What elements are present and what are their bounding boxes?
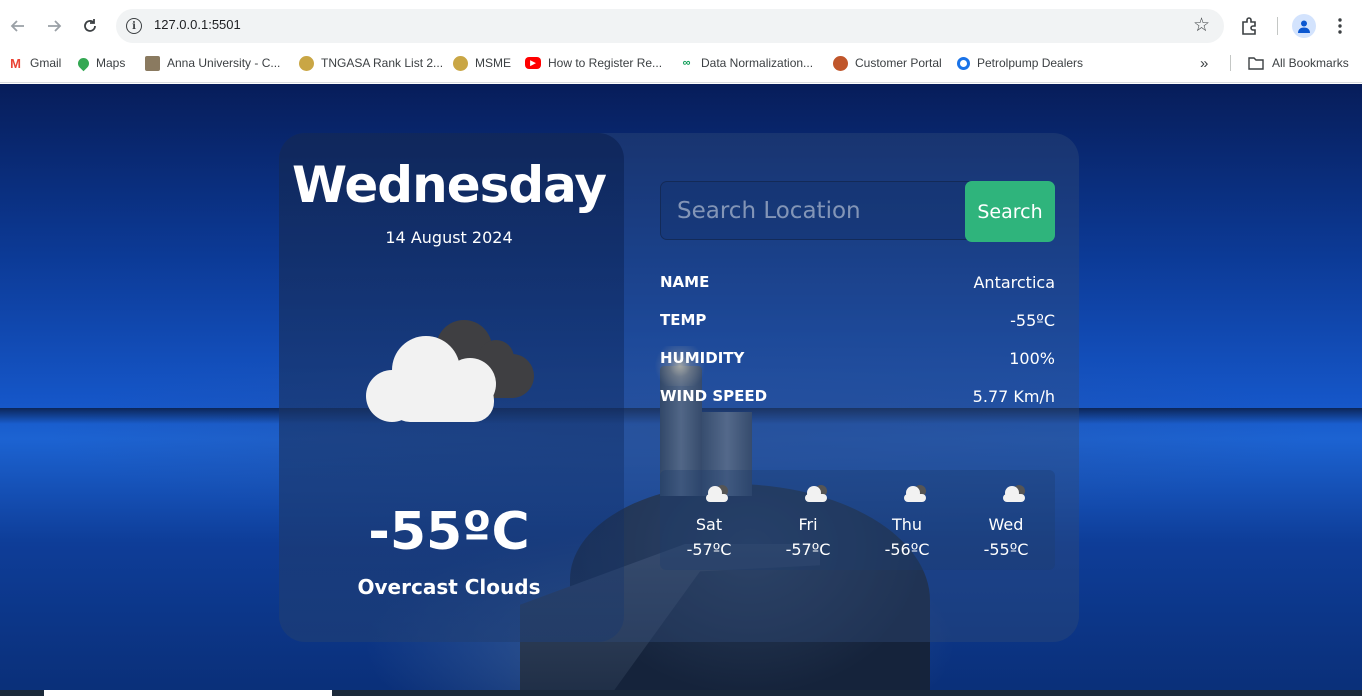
detail-value: Antarctica [973, 272, 1055, 292]
bookmark-label: MSME [475, 56, 511, 70]
detail-value: 100% [1009, 348, 1055, 368]
detail-row-humidity: HUMIDITY 100% [660, 347, 1055, 369]
profile-button[interactable] [1292, 14, 1316, 38]
youtube-icon: ▶ [525, 57, 541, 69]
back-arrow-icon [10, 20, 24, 32]
site-info-icon[interactable]: i [126, 18, 142, 34]
address-bar[interactable]: i 127.0.0.1:5501 ☆ [116, 9, 1224, 43]
gmail-icon: M [8, 55, 23, 71]
forecast-temp: -57ºC [785, 540, 831, 559]
forecast-day: Fri [798, 515, 818, 534]
forecast-temp: -56ºC [884, 540, 930, 559]
bookmark-msme[interactable]: MSME [453, 53, 511, 73]
customer-portal-icon [833, 55, 848, 71]
bookmark-tngasa[interactable]: TNGASA Rank List 2... [299, 53, 443, 73]
forecast-item: Fri -57ºC [768, 470, 848, 570]
petrolpump-icon [957, 56, 970, 70]
url-text[interactable]: 127.0.0.1:5501 [154, 17, 241, 32]
detail-key: NAME [660, 273, 710, 291]
bookmark-label: How to Register Re... [548, 56, 663, 70]
forecast-temp: -57ºC [686, 540, 732, 559]
forecast-day: Wed [988, 515, 1024, 534]
detail-key: TEMP [660, 311, 707, 329]
forward-button[interactable] [42, 14, 66, 38]
bookmark-customer-portal[interactable]: Customer Portal [833, 53, 942, 73]
forward-arrow-icon [48, 20, 62, 32]
forecast-day: Sat [695, 515, 723, 534]
bookmark-label: Gmail [30, 56, 62, 70]
bookmark-petrolpump[interactable]: Petrolpump Dealers [957, 53, 1083, 73]
reload-icon [84, 19, 96, 32]
bookmark-maps[interactable]: Maps [75, 53, 126, 73]
forecast-strip: Sat -57ºC Fri -57ºC Thu -56ºC Wed -55ºC [660, 470, 1055, 570]
toolbar-divider [1277, 17, 1278, 35]
forecast-item: Sat -57ºC [669, 470, 749, 570]
search-button[interactable]: Search [965, 181, 1055, 242]
detail-value: 5.77 Km/h [972, 386, 1055, 406]
forecast-item: Thu -56ºC [867, 470, 947, 570]
more-bookmarks-button[interactable]: » [1200, 53, 1208, 73]
kebab-menu-icon [1338, 18, 1342, 34]
bookmark-gmail[interactable]: M Gmail [8, 53, 61, 73]
bookmark-anna-university[interactable]: Anna University - C... [145, 53, 280, 73]
detail-row-wind-speed: WIND SPEED 5.77 Km/h [660, 385, 1055, 407]
weather-condition: Overcast Clouds [357, 575, 541, 599]
bookmark-label: Petrolpump Dealers [977, 56, 1084, 70]
bookmark-label: Maps [96, 56, 126, 70]
bookmarks-divider [1230, 55, 1231, 71]
forecast-temp: -55ºC [983, 540, 1029, 559]
detail-key: WIND SPEED [660, 387, 768, 405]
profile-icon [1298, 20, 1310, 33]
detail-row-name: NAME Antarctica [660, 271, 1055, 293]
scrollbar-thumb[interactable] [44, 690, 332, 696]
day-name: Wednesday [292, 156, 607, 214]
extensions-button[interactable] [1238, 14, 1262, 38]
search-location-input[interactable] [660, 181, 970, 240]
folder-icon [1248, 57, 1264, 70]
cloud-icon [1003, 485, 1025, 502]
cloud-icon [904, 485, 926, 502]
current-date: 14 August 2024 [385, 228, 513, 247]
tngasa-icon [299, 55, 314, 71]
bookmarks-bar: M Gmail Maps Anna University - C... TNGA… [0, 52, 1362, 83]
bookmark-data-normalization[interactable]: ∞ Data Normalization... [679, 53, 813, 73]
overcast-clouds-icon [366, 320, 534, 422]
bookmark-label: TNGASA Rank List 2... [321, 56, 444, 70]
all-bookmarks-button[interactable]: All Bookmarks [1248, 53, 1349, 73]
current-temperature: -55ºC [368, 502, 530, 562]
bookmark-label: Customer Portal [855, 56, 942, 70]
bookmark-star-icon[interactable]: ☆ [1193, 14, 1210, 36]
msme-icon [453, 55, 468, 71]
maps-icon [75, 55, 92, 71]
puzzle-icon [1242, 17, 1256, 35]
reload-button[interactable] [78, 14, 102, 38]
double-chevron-right-icon: » [1200, 54, 1209, 72]
all-bookmarks-label: All Bookmarks [1272, 56, 1349, 70]
detail-value: -55ºC [1010, 310, 1055, 330]
cloud-icon [805, 485, 827, 502]
bookmark-label: Data Normalization... [701, 56, 814, 70]
back-button[interactable] [6, 14, 30, 38]
forecast-item: Wed -55ºC [966, 470, 1046, 570]
browser-menu-button[interactable] [1328, 14, 1352, 38]
anna-university-icon [145, 55, 160, 71]
forecast-day: Thu [891, 515, 923, 534]
background-image: Wednesday 14 August 2024 -55ºC Overcast … [0, 84, 1362, 696]
detail-row-temp: TEMP -55ºC [660, 309, 1055, 331]
detail-key: HUMIDITY [660, 349, 745, 367]
bookmark-label: Anna University - C... [167, 56, 281, 70]
browser-toolbar: i 127.0.0.1:5501 ☆ [0, 0, 1362, 52]
data-normalization-icon: ∞ [679, 55, 694, 71]
cloud-icon [706, 485, 728, 502]
bookmark-youtube[interactable]: ▶ How to Register Re... [525, 53, 662, 73]
